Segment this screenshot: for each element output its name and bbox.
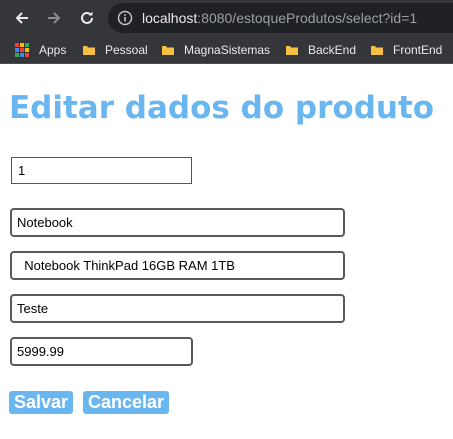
bookmark-backend[interactable]: BackEnd (286, 41, 356, 59)
folder-icon (286, 46, 298, 55)
bookmark-label: FrontEnd (393, 43, 443, 57)
bookmark-magnasistemas[interactable]: MagnaSistemas (162, 41, 270, 59)
product-description-field[interactable] (10, 251, 345, 280)
bookmark-frontend[interactable]: FrontEnd (371, 41, 442, 59)
bookmark-label: Pessoal (105, 43, 148, 57)
bookmarks-bar: Apps Pessoal MagnaSistemas BackEnd Front… (0, 36, 453, 64)
forward-arrow-icon[interactable] (43, 7, 65, 29)
url-path: :8080/estoqueProdutos/select?id=1 (197, 10, 418, 26)
reload-icon[interactable] (76, 7, 98, 29)
save-button[interactable]: Salvar (9, 391, 74, 414)
bookmark-apps[interactable]: Apps (15, 41, 66, 59)
info-icon[interactable] (117, 10, 133, 26)
bookmark-label: BackEnd (308, 43, 357, 57)
product-category-field[interactable] (10, 294, 345, 323)
url-host: localhost (142, 10, 198, 26)
bookmark-label: Apps (39, 43, 67, 57)
folder-icon (162, 46, 174, 55)
bookmark-pessoal[interactable]: Pessoal (83, 41, 148, 59)
address-bar[interactable]: localhost:8080/estoqueProdutos/select?id… (108, 3, 453, 33)
browser-toolbar: localhost:8080/estoqueProdutos/select?id… (0, 0, 453, 36)
cancel-button[interactable]: Cancelar (83, 391, 170, 414)
apps-grid-icon (15, 43, 29, 57)
product-name-field[interactable] (10, 208, 345, 237)
product-price-field[interactable] (10, 337, 193, 366)
bookmark-label: MagnaSistemas (184, 43, 271, 57)
page-title: Editar dados do produto (9, 90, 435, 126)
folder-icon (83, 46, 95, 55)
product-id-field[interactable] (11, 157, 192, 184)
folder-icon (371, 46, 383, 55)
back-arrow-icon[interactable] (11, 7, 33, 29)
url-text: localhost:8080/estoqueProdutos/select?id… (142, 9, 417, 27)
